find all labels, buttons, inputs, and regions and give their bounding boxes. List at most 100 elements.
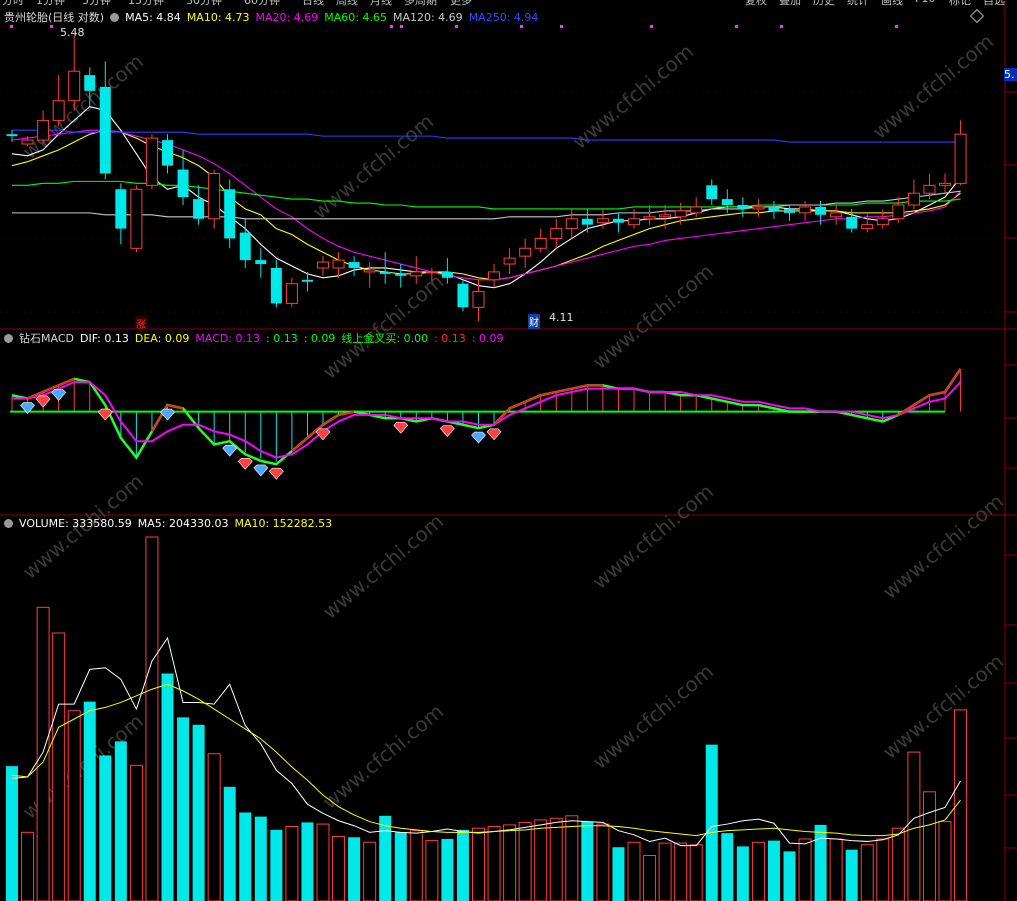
volume-panel-header: VOLUME: 333580.59 MA5: 204330.03 MA10: 152…: [4, 516, 344, 532]
volume-bar: [254, 816, 267, 901]
sell-diamond-icon: [237, 458, 253, 470]
candle-body: [395, 273, 407, 276]
candle-body: [208, 173, 221, 220]
volume-bar: [52, 632, 66, 901]
event-dot: [650, 25, 653, 28]
volume-bar: [736, 846, 749, 901]
candle-body: [285, 283, 298, 304]
candle-body: [861, 224, 874, 230]
candle-body: [84, 75, 96, 91]
volume-bar: [783, 851, 796, 901]
candle-body: [410, 271, 423, 277]
indicator-value: DEA: 0.09: [134, 332, 190, 345]
settings-circle-icon[interactable]: [4, 334, 13, 343]
candle-body: [332, 259, 345, 269]
sell-diamond-icon: [486, 428, 502, 441]
diamond-shape: [222, 444, 238, 457]
settings-circle-icon[interactable]: [110, 13, 120, 22]
candle-body: [301, 279, 313, 282]
candle-body: [799, 206, 812, 214]
watermark-text: www.cfchi.com: [878, 649, 1008, 764]
candle-body: [565, 218, 578, 230]
candle-body: [706, 185, 718, 200]
event-dot: [560, 25, 563, 28]
event-dot: [780, 25, 783, 28]
candle-body: [596, 218, 609, 224]
diamond-shape: [160, 408, 175, 421]
candle-body: [21, 139, 34, 145]
candle-body: [270, 267, 282, 304]
volume-bar: [549, 817, 563, 901]
indicator-value: MACD: 0.13: [195, 332, 260, 345]
indicator-value: MA120: 4.69: [392, 11, 463, 24]
indicator-value: MA20: 4.69: [255, 11, 319, 24]
candle-body: [659, 214, 672, 218]
volume-bar: [285, 826, 299, 901]
high-price-label: 5.48: [60, 26, 85, 39]
volume-bar: [612, 847, 625, 901]
indicator-value: MA10: 4.73: [186, 11, 250, 24]
candle-body: [581, 218, 593, 225]
diamond-shape: [253, 464, 269, 477]
indicator-value: : 0.13: [434, 332, 466, 345]
macd-dif-line: [11, 368, 962, 466]
event-dot: [735, 25, 738, 28]
candle-body: [472, 291, 485, 308]
volume-bar: [409, 830, 423, 901]
buy-diamond-icon: [471, 431, 486, 444]
candle-body: [239, 232, 251, 261]
event-marker-zhang[interactable]: 涨: [135, 316, 147, 331]
volume-bar: [441, 838, 454, 901]
candle-body: [130, 188, 143, 249]
settings-circle-icon[interactable]: [4, 519, 13, 528]
candle-body: [177, 169, 189, 198]
volume-bar: [379, 815, 392, 901]
high-price-value: 5.48: [60, 26, 85, 39]
candle-body: [690, 206, 703, 214]
event-marker-cai[interactable]: 财: [528, 314, 540, 329]
volume-bar: [487, 826, 501, 901]
candle-body: [317, 261, 329, 269]
watermark-text: www.cfchi.com: [318, 269, 448, 384]
volume-bar: [99, 755, 112, 901]
volume-bar: [565, 815, 579, 901]
volume-bar: [114, 741, 127, 901]
volume-bar: [798, 838, 812, 901]
indicator-value: : 0.13: [266, 332, 298, 345]
watermark-text: www.cfchi.com: [318, 699, 448, 814]
candle-body: [815, 206, 827, 215]
indicator-value: MA5: 204330.03: [137, 517, 229, 530]
candle-body: [612, 218, 624, 223]
volume-bar: [876, 838, 890, 901]
volume-bar: [922, 791, 936, 901]
volume-bar: [472, 827, 485, 901]
diamond-shape: [486, 428, 502, 441]
volume-bar: [67, 710, 81, 901]
volume-bar: [845, 849, 858, 901]
candle-body: [892, 204, 905, 220]
candle-body: [550, 228, 563, 239]
watermark-text: www.cfchi.com: [868, 29, 998, 144]
candle-body: [674, 210, 687, 218]
volume-bar: [658, 842, 672, 901]
diamond-shape: [393, 421, 409, 434]
volume-bar: [860, 844, 874, 901]
indicator-value: VOLUME: 333580.59: [19, 517, 132, 530]
candle-body: [193, 199, 205, 219]
candle-body: [6, 134, 18, 137]
watermark-text: www.cfchi.com: [18, 49, 148, 164]
ma-line-ma5: [11, 106, 961, 289]
volume-bar: [767, 840, 780, 901]
macd-panel: [10, 368, 962, 480]
volume-indicators: VOLUME: 333580.59 MA5: 204330.03 MA10: 152…: [19, 517, 338, 530]
watermark-text: www.cfchi.com: [588, 659, 718, 774]
sell-diamond-icon: [439, 425, 455, 437]
low-price-label: 4.11: [549, 311, 574, 324]
volume-bar: [938, 821, 952, 901]
candle-body: [503, 257, 516, 265]
volume-bar: [534, 819, 548, 901]
volume-bar: [6, 766, 18, 901]
volume-bar: [643, 855, 657, 901]
macd-indicators: DIF: 0.13 DEA: 0.09 MACD: 0.13: 0.13: 0.09…: [80, 332, 510, 345]
volume-bar: [721, 833, 734, 901]
